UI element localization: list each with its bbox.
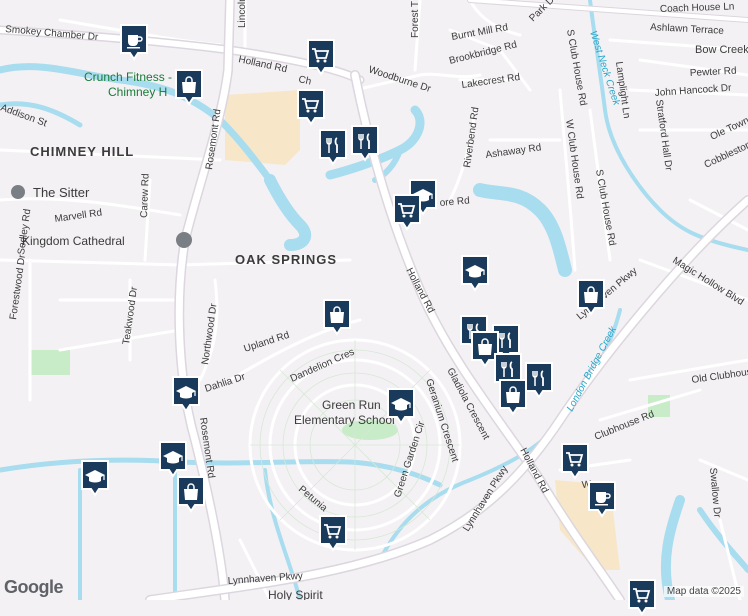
google-logo[interactable]: Google [4,577,64,598]
poi-pin-cafe-1[interactable] [119,23,149,61]
shopping-cart-icon [628,579,656,616]
map-attribution[interactable]: Map data ©2025 [663,586,744,597]
church-icon[interactable] [176,232,192,248]
poi-pin-cafe-2[interactable] [587,480,617,518]
street-label: Forest T [410,1,421,38]
school-icon [172,376,200,413]
poi-pin-grocery-6[interactable] [627,578,657,616]
restaurant-icon [319,129,347,166]
poi-pin-grocery-4[interactable] [560,442,590,480]
poi-pin-shopping-2[interactable] [322,298,352,336]
coffee-icon [588,481,616,518]
restaurant-icon [351,125,379,162]
shopping-cart-icon [297,89,325,126]
poi-pin-restaurant-6[interactable] [524,361,554,399]
area-label-oak-springs: OAK SPRINGS [235,252,337,267]
school-icon [387,388,415,425]
shopping-bag-icon [577,279,605,316]
school-icon [461,255,489,292]
shopping-cart-icon [561,443,589,480]
poi-pin-grocery-2[interactable] [296,88,326,126]
place-label-holy-spirit: Holy Spirit [268,588,323,600]
place-label-crunch-2: Chimney H [108,85,167,99]
street-label: Lincoln [237,0,248,28]
poi-pin-shopping-3[interactable] [576,278,606,316]
shopping-bag-icon [499,379,527,416]
poi-pin-school-3[interactable] [171,375,201,413]
poi-pin-shopping-1[interactable] [174,68,204,106]
place-label-the-sitter: The Sitter [33,185,90,200]
place-label-green-run-1: Green Run [322,398,381,412]
school-icon [81,460,109,497]
shopping-cart-icon [307,39,335,76]
poi-pin-grocery-5[interactable] [318,514,348,552]
poi-pin-school-4[interactable] [386,387,416,425]
poi-pin-grocery-1[interactable] [306,38,336,76]
poi-pin-school-6[interactable] [158,440,188,478]
park-west [30,350,70,375]
street-label: Bow Creek [695,44,748,56]
place-label-crunch-1: Crunch Fitness - [84,70,172,84]
street-label: Carew Rd [139,173,152,218]
area-label-chimney-hill: CHIMNEY HILL [30,144,134,159]
poi-pin-grocery-3[interactable] [392,193,422,231]
sitter-marker[interactable] [11,185,25,199]
shopping-bag-icon [175,69,203,106]
crescent-guides [250,340,460,550]
school-icon [159,441,187,478]
map-canvas[interactable]: CHIMNEY HILL OAK SPRINGS Crunch Fitness … [0,0,748,600]
place-label-kingdom-cathedral: Kingdom Cathedral [22,234,125,248]
poi-pin-shopping-6[interactable] [176,475,206,513]
place-label-green-run-2: Elementary School [294,413,395,427]
shopping-bag-icon [177,476,205,513]
shopping-cart-icon [319,515,347,552]
restaurant-icon [525,362,553,399]
poi-pin-shopping-5[interactable] [498,378,528,416]
poi-pin-school-2[interactable] [460,254,490,292]
poi-pin-restaurant-1[interactable] [318,128,348,166]
commercial-area-north [225,90,300,165]
poi-pin-restaurant-2[interactable] [350,124,380,162]
coffee-icon [120,24,148,61]
shopping-cart-icon [393,194,421,231]
shopping-bag-icon [323,299,351,336]
poi-pin-school-5[interactable] [80,459,110,497]
